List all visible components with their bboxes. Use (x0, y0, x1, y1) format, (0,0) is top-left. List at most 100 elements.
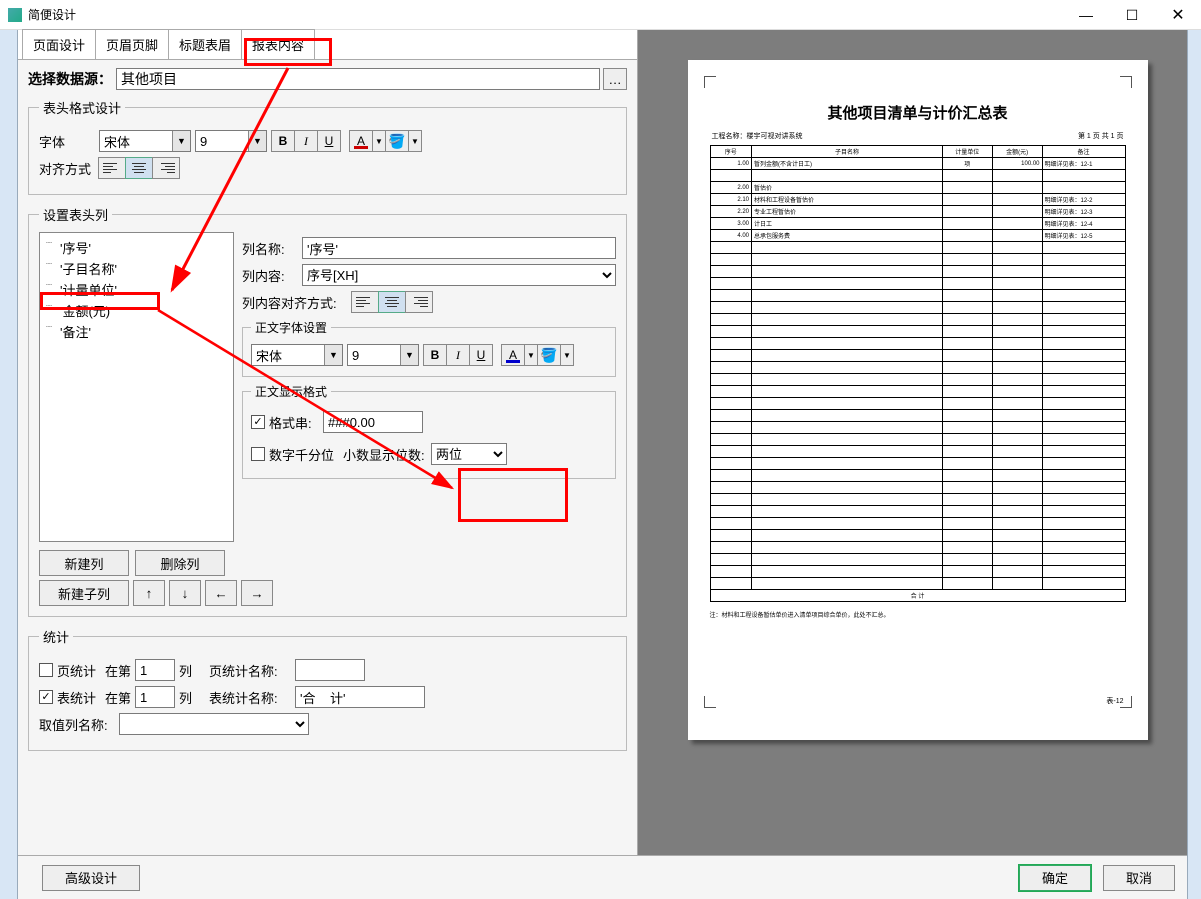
format-str-input[interactable] (323, 411, 423, 433)
move-left-button[interactable]: ← (205, 580, 237, 606)
table-row (710, 434, 1125, 446)
table-row (710, 386, 1125, 398)
align-right-button[interactable] (152, 157, 180, 179)
table-row (710, 530, 1125, 542)
new-subcolumn-button[interactable]: 新建子列 (39, 580, 129, 606)
table-stat-col-input[interactable] (135, 686, 175, 708)
header-color-buttons: A ▼ 🪣 ▼ (349, 130, 422, 152)
tree-item-xuhao[interactable]: '序号' (42, 237, 231, 258)
page-stat-col-input[interactable] (135, 659, 175, 681)
page-stat-name-input[interactable] (295, 659, 365, 681)
delete-column-button[interactable]: 删除列 (135, 550, 225, 576)
preview-foot: 合 计 (710, 590, 1125, 602)
move-up-button[interactable]: ↑ (133, 580, 165, 606)
new-column-button[interactable]: 新建列 (39, 550, 129, 576)
col-name-input[interactable] (302, 237, 616, 259)
table-row (710, 326, 1125, 338)
tab-report-content[interactable]: 报表内容 (241, 29, 315, 59)
preview-page-info: 第 1 页 共 1 页 (1078, 131, 1124, 141)
body-bold-button[interactable]: B (423, 344, 447, 366)
tab-page-design[interactable]: 页面设计 (22, 29, 96, 59)
tree-item-unit[interactable]: '计量单位' (42, 279, 231, 300)
body-font-fieldset: 正文字体设置 ▼ ▼ (242, 319, 616, 377)
font-size-dropdown-button[interactable]: ▼ (248, 131, 266, 151)
font-size-combo[interactable]: ▼ (195, 130, 267, 152)
col-content-select[interactable]: 序号[XH] (302, 264, 616, 286)
tab-header-footer[interactable]: 页眉页脚 (95, 29, 169, 59)
col-content-label: 列内容: (242, 266, 302, 285)
display-format-fieldset: 正文显示格式 ✓ 格式串: 数字千分位 小数显示位数: (242, 383, 616, 479)
body-italic-button[interactable]: I (446, 344, 470, 366)
column-tree[interactable]: '序号' '子目名称' '计量单位' '金额(元)' '备注' (39, 232, 234, 542)
body-font-color-dropdown-button[interactable]: ▼ (524, 344, 538, 366)
body-fill-color-button[interactable]: 🪣 (537, 344, 561, 366)
table-row (710, 170, 1125, 182)
tree-item-name[interactable]: '子目名称' (42, 258, 231, 279)
font-color-button[interactable]: A (349, 130, 373, 152)
minimize-button[interactable]: — (1063, 0, 1109, 30)
table-stat-name-input[interactable] (295, 686, 425, 708)
thousand-sep-checkbox[interactable] (251, 447, 265, 461)
footer-bar: 高级设计 确定 取消 (18, 855, 1187, 899)
decimal-select[interactable]: 两位 (431, 443, 507, 465)
tree-item-remark[interactable]: '备注' (42, 321, 231, 342)
body-font-legend: 正文字体设置 (251, 319, 331, 336)
table-stat-checkbox[interactable]: ✓ (39, 690, 53, 704)
table-row: 2.10材料和工程设备暂估价明细详见表：12-2 (710, 194, 1125, 206)
right-background-gutter (1187, 30, 1201, 899)
preview-page-no: 表-12 (1106, 696, 1123, 706)
tree-item-amount[interactable]: '金额(元)' (42, 300, 231, 321)
col-align-center-button[interactable] (378, 291, 406, 313)
font-family-input[interactable] (100, 131, 172, 151)
fill-color-button[interactable]: 🪣 (385, 130, 409, 152)
preview-note: 注：材料和工程设备暂估单价进入清单项目综合单价，此处不汇总。 (710, 610, 1126, 619)
maximize-button[interactable]: ☐ (1109, 0, 1155, 30)
preview-th: 序号 (710, 146, 752, 158)
left-background-gutter (0, 30, 18, 899)
data-source-browse-button[interactable]: … (603, 68, 627, 90)
body-font-size-combo[interactable]: ▼ (347, 344, 419, 366)
data-source-input[interactable] (116, 68, 600, 90)
body-fill-color-dropdown-button[interactable]: ▼ (560, 344, 574, 366)
at-col-text-1: 在第 (105, 661, 131, 680)
table-row (710, 278, 1125, 290)
body-font-color-button[interactable]: A (501, 344, 525, 366)
preview-paper: 其他项目清单与计价汇总表 工程名称：楼宇可视对讲系统 第 1 页 共 1 页 序… (688, 60, 1148, 740)
body-font-size-input[interactable] (348, 345, 400, 365)
preview-th: 金额(元) (992, 146, 1042, 158)
col-align-left-button[interactable] (351, 291, 379, 313)
bold-button[interactable]: B (271, 130, 295, 152)
close-button[interactable]: ✕ (1155, 0, 1201, 30)
header-align-group (99, 157, 180, 179)
fill-color-dropdown-button[interactable]: ▼ (408, 130, 422, 152)
font-family-dropdown-button[interactable]: ▼ (172, 131, 190, 151)
move-down-button[interactable]: ↓ (169, 580, 201, 606)
tab-title-header[interactable]: 标题表眉 (168, 29, 242, 59)
font-size-input[interactable] (196, 131, 248, 151)
body-font-size-dropdown-button[interactable]: ▼ (400, 345, 418, 365)
font-family-combo[interactable]: ▼ (99, 130, 191, 152)
cancel-button[interactable]: 取消 (1103, 865, 1175, 891)
header-columns-fieldset: 设置表头列 '序号' '子目名称' '计量单位' '金额(元)' '备注' 列名… (28, 205, 627, 617)
header-font-style-buttons: B I U (271, 130, 341, 152)
preview-pane: 其他项目清单与计价汇总表 工程名称：楼宇可视对讲系统 第 1 页 共 1 页 序… (638, 30, 1187, 899)
align-center-button[interactable] (125, 157, 153, 179)
body-underline-button[interactable]: U (469, 344, 493, 366)
align-label: 对齐方式 (39, 159, 99, 178)
value-col-select[interactable] (119, 713, 309, 735)
italic-button[interactable]: I (294, 130, 318, 152)
body-font-family-dropdown-button[interactable]: ▼ (324, 345, 342, 365)
advanced-design-button[interactable]: 高级设计 (42, 865, 140, 891)
underline-button[interactable]: U (317, 130, 341, 152)
move-right-button[interactable]: → (241, 580, 273, 606)
col-align-right-button[interactable] (405, 291, 433, 313)
body-font-family-input[interactable] (252, 345, 324, 365)
format-str-checkbox[interactable]: ✓ (251, 415, 265, 429)
body-font-family-combo[interactable]: ▼ (251, 344, 343, 366)
table-row (710, 290, 1125, 302)
body-font-style-buttons: B I U (423, 344, 493, 366)
font-color-dropdown-button[interactable]: ▼ (372, 130, 386, 152)
align-left-button[interactable] (98, 157, 126, 179)
ok-button[interactable]: 确定 (1019, 865, 1091, 891)
page-stat-checkbox[interactable] (39, 663, 53, 677)
